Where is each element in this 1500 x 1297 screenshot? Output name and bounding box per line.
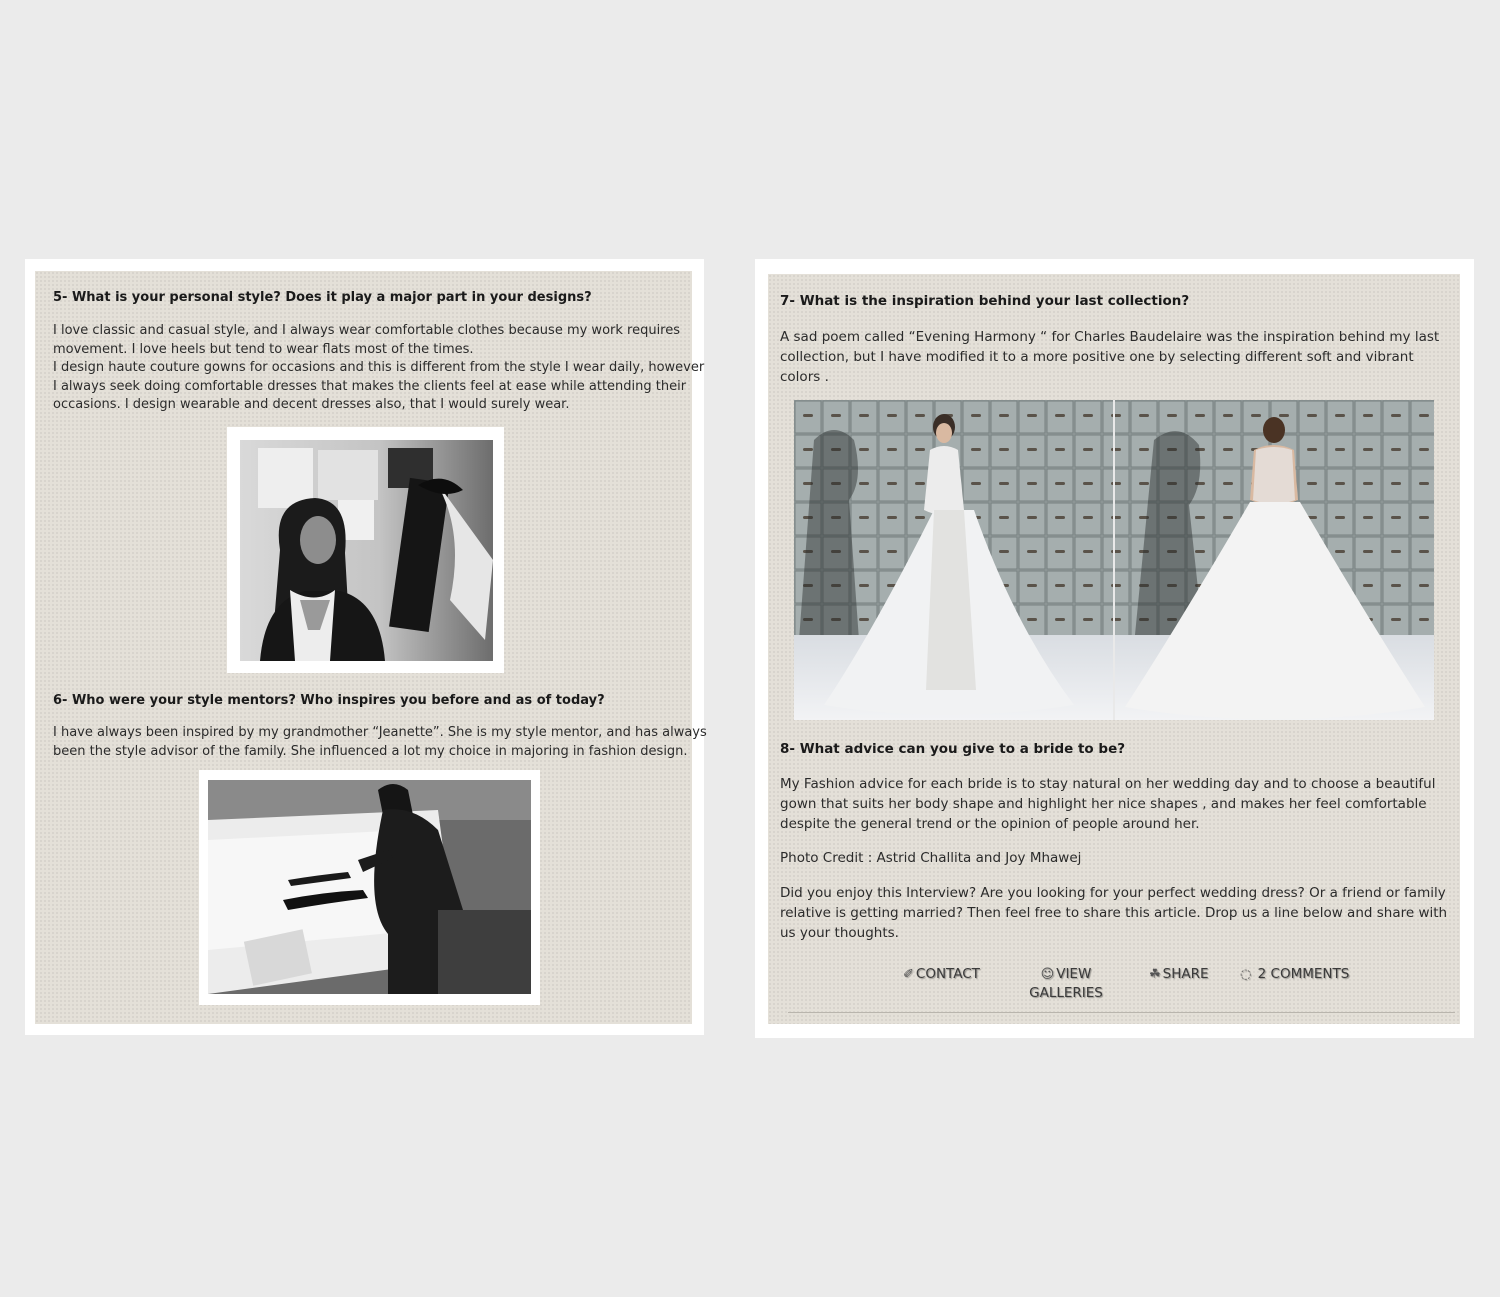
comments-link[interactable]: ◌ 2 COMMENTS — [1240, 965, 1349, 984]
question-6-heading: 6- Who were your style mentors? Who insp… — [53, 693, 605, 708]
answer-8-text: My Fashion advice for each bride is to s… — [780, 776, 1436, 832]
comment-icon: ◌ — [1240, 967, 1252, 982]
contact-link[interactable]: ✐ CONTACT — [903, 965, 980, 984]
question-8-heading: 8- What advice can you give to a bride t… — [780, 741, 1126, 757]
answer-5-text: I love classic and casual style, and I a… — [53, 323, 705, 412]
question-5-heading: 5- What is your personal style? Does it … — [53, 290, 592, 305]
question-7-heading: 7- What is the inspiration behind your l… — [780, 293, 1190, 309]
bridal-gown-collection-photo — [794, 400, 1434, 720]
footer-divider — [788, 1012, 1455, 1013]
share-link[interactable]: ☘ SHARE — [1149, 965, 1209, 984]
photo-credit-text: Photo Credit : Astrid Challita and Joy M… — [780, 850, 1082, 866]
designer-drawing-photo — [208, 780, 531, 994]
answer-6-text: I have always been inspired by my grandm… — [53, 725, 707, 759]
answer-7-text: A sad poem called “Evening Harmony “ for… — [780, 329, 1440, 385]
designer-portrait-photo — [240, 440, 493, 661]
call-to-action-text: Did you enjoy this Interview? Are you lo… — [780, 885, 1448, 941]
view-galleries-link[interactable]: ☺ VIEW GALLERIES — [1029, 965, 1103, 1003]
link-icon: ✐ — [903, 967, 914, 982]
share-icon: ☘ — [1149, 967, 1161, 982]
user-plus-icon: ☺ — [1040, 967, 1055, 982]
